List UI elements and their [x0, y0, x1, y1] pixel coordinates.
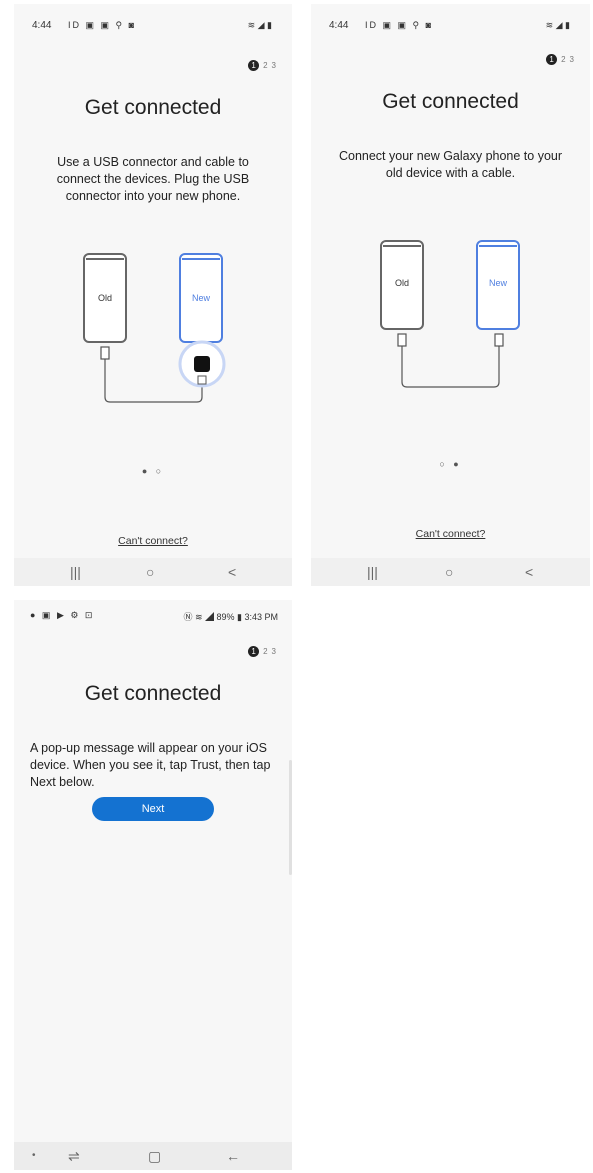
step-indicator: 123: [248, 646, 276, 657]
status-time: 4:44: [32, 20, 52, 31]
status-bar: 4:44 ID ▣ ▣ ⚲ ◙ ≋ ◢ ▮: [311, 4, 590, 48]
back-icon[interactable]: <: [525, 564, 533, 580]
status-right: Ⓝ ≋ ◢ 89% ▮ 3:43 PM: [183, 612, 278, 622]
notification-icons: ID ▣ ▣ ⚲ ◙: [68, 20, 137, 30]
dot-icon: •: [32, 1150, 36, 1161]
step-3: 3: [271, 647, 276, 656]
description: Use a USB connector and cable to connect…: [56, 155, 250, 203]
recents-icon[interactable]: |||: [70, 564, 81, 580]
step-2: 2: [263, 61, 268, 70]
step-2: 2: [263, 647, 268, 656]
recents-icon[interactable]: |||: [367, 564, 378, 580]
cable-plug-icon: [397, 333, 407, 347]
scrollbar[interactable]: [289, 760, 292, 875]
back-icon[interactable]: ←: [226, 1148, 240, 1164]
pager-dots: ○ ●: [439, 459, 462, 469]
navigation-bar: ||| ○ <: [14, 558, 292, 586]
screenshot-3: ● ▣ ▶ ⚙ ⊡ Ⓝ ≋ ◢ 89% ▮ 3:43 PM 123 Get co…: [14, 600, 292, 1170]
page-title: Get connected: [84, 682, 222, 705]
cant-connect-link[interactable]: Can't connect?: [311, 528, 590, 540]
connection-illustration: Old New: [380, 240, 520, 388]
home-icon[interactable]: ○: [146, 564, 154, 580]
next-button[interactable]: Next: [92, 797, 214, 821]
old-phone-label: Old: [98, 293, 112, 303]
connection-illustration: Old New: [83, 253, 226, 403]
page-title: Get connected: [382, 90, 519, 113]
screenshot-1: 4:44 ID ▣ ▣ ⚲ ◙ ≋ ◢ ▮ 123 Get connected …: [14, 4, 292, 586]
battery-time: 89% ▮ 3:43 PM: [216, 612, 278, 622]
pager-dots: ● ○: [141, 466, 165, 476]
status-bar: 4:44 ID ▣ ▣ ⚲ ◙ ≋ ◢ ▮: [14, 4, 292, 48]
cable-plug-icon: [494, 333, 504, 347]
home-icon[interactable]: ○: [445, 564, 453, 580]
screenshot-2: 4:44 ID ▣ ▣ ⚲ ◙ ≋ ◢ ▮ 123 Get connected …: [311, 4, 590, 586]
step-indicator: 123: [546, 54, 574, 65]
notification-icons: ID ▣ ▣ ⚲ ◙: [365, 20, 434, 30]
step-3: 3: [569, 55, 574, 64]
home-icon[interactable]: ▢: [148, 1148, 161, 1165]
notification-icons: ● ▣ ▶ ⚙ ⊡: [30, 610, 95, 620]
back-icon[interactable]: <: [228, 564, 236, 580]
page-title: Get connected: [84, 96, 222, 119]
description: Connect your new Galaxy phone to your ol…: [338, 149, 563, 180]
signal-battery-icons: ≋ ◢ ▮: [247, 20, 272, 30]
step-current: 1: [546, 54, 558, 65]
description: A pop-up message will appear on your iOS…: [30, 741, 271, 789]
step-current: 1: [248, 60, 260, 71]
cant-connect-link[interactable]: Can't connect?: [14, 535, 292, 547]
cable-plug-icon: [100, 346, 110, 360]
new-phone-label: New: [192, 293, 211, 303]
step-2: 2: [561, 55, 566, 64]
navigation-bar: • ⇌ ▢ ←: [14, 1142, 292, 1170]
status-bar: ● ▣ ▶ ⚙ ⊡ Ⓝ ≋ ◢ 89% ▮ 3:43 PM: [14, 600, 292, 644]
recents-icon[interactable]: ⇌: [68, 1148, 80, 1165]
old-phone-label: Old: [395, 278, 409, 288]
status-time: 4:44: [329, 20, 349, 31]
step-indicator: 123: [248, 60, 276, 71]
new-phone-label: New: [489, 278, 508, 288]
signal-battery-icons: ≋ ◢ ▮: [545, 20, 570, 30]
navigation-bar: ||| ○ <: [311, 558, 590, 586]
step-3: 3: [271, 61, 276, 70]
step-current: 1: [248, 646, 260, 657]
